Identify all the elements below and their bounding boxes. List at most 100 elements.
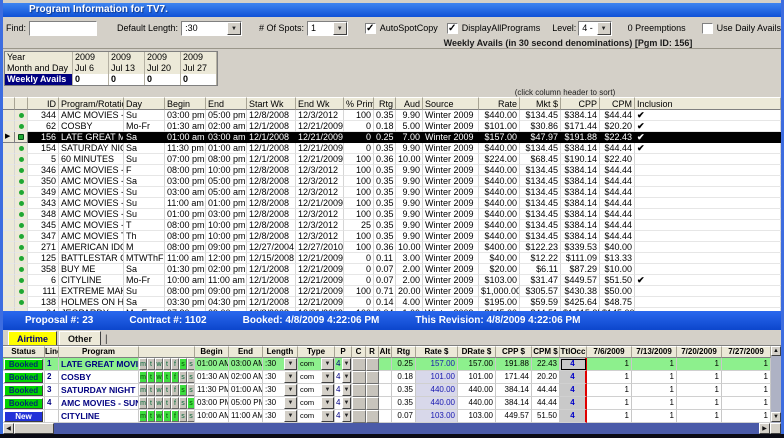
day-toggle-t[interactable]: t (163, 410, 171, 422)
day-toggle-s[interactable]: s (179, 358, 187, 370)
chevron-down-icon[interactable]: ▼ (321, 358, 334, 370)
scrollbar-thumb[interactable] (14, 423, 54, 434)
rate-cell[interactable]: 157.00 (416, 358, 458, 371)
week-spots-cell[interactable]: 1 (677, 410, 722, 423)
order-row[interactable]: Booked3SATURDAY NIGHT LIVEmtwtfss11:30 P… (3, 384, 771, 397)
column-header-begin[interactable]: Begin (195, 346, 229, 358)
table-row[interactable]: 271AMERICAN IDOLM08:00 pm09:00 pm12/27/2… (3, 242, 781, 253)
scroll-down-icon[interactable]: ▼ (771, 412, 781, 422)
r-flag-cell[interactable] (366, 397, 379, 410)
status-cell[interactable]: Booked (3, 397, 45, 410)
week-spots-cell[interactable]: 1 (677, 384, 722, 397)
day-toggle-t[interactable]: t (147, 371, 155, 383)
week-spots-cell[interactable]: 1 (677, 397, 722, 410)
day-toggle-t[interactable]: t (147, 358, 155, 370)
rate-cell[interactable]: 103.00 (416, 410, 458, 423)
column-header-program[interactable]: Program (59, 346, 139, 358)
end-cell[interactable]: 02:00 AM (229, 371, 263, 384)
day-toggle-t[interactable]: t (163, 371, 171, 383)
length-cell[interactable]: :30▼ (263, 358, 298, 371)
table-row[interactable]: 347AMC MOVIES THUTh08:00 pm10:00 pm12/8/… (3, 231, 781, 242)
order-row[interactable]: Booked1LATE GREAT MOVIEmtwtfss01:00 AM03… (3, 358, 771, 371)
week-spots-cell[interactable]: 1 (587, 358, 632, 371)
week-spots-cell[interactable]: 1 (722, 371, 771, 384)
column-header-7-6-2009[interactable]: 7/6/2009 (587, 346, 632, 358)
column-header-alt[interactable]: Alt (379, 346, 392, 358)
chevron-down-icon[interactable]: ▼ (284, 410, 297, 422)
rate-cell[interactable]: 440.00 (416, 384, 458, 397)
day-toggle-f[interactable]: f (171, 410, 179, 422)
day-toggle-w[interactable]: w (155, 358, 163, 370)
week-spots-cell[interactable]: 1 (722, 384, 771, 397)
type-cell[interactable]: com▼ (298, 384, 335, 397)
day-toggle-w[interactable]: w (155, 397, 163, 409)
day-toggle-s[interactable]: s (187, 371, 195, 383)
day-toggle-s[interactable]: s (179, 371, 187, 383)
chevron-down-icon[interactable]: ▼ (342, 384, 351, 396)
tab-other[interactable]: Other (59, 331, 101, 345)
status-cell[interactable]: Booked (3, 384, 45, 397)
column-header-start-wk[interactable]: Start Wk (247, 97, 296, 110)
column-header-drate-[interactable]: DRate $ (458, 346, 496, 358)
status-badge[interactable]: Booked (4, 372, 43, 383)
chevron-down-icon[interactable]: ▼ (321, 371, 334, 383)
c-flag-cell[interactable] (352, 371, 366, 384)
column-header-end-wk[interactable]: End Wk (296, 97, 344, 110)
week-spots-cell[interactable]: 1 (587, 384, 632, 397)
r-flag-cell[interactable] (366, 410, 379, 423)
column-header-cpp[interactable]: CPP (561, 97, 600, 110)
ttlocc-cell[interactable]: 4 (560, 397, 587, 410)
avail-cell[interactable]: 0 (145, 74, 181, 85)
column-header-p[interactable]: P (335, 346, 352, 358)
chevron-down-icon[interactable]: ▼ (321, 384, 334, 396)
day-toggle-w[interactable]: w (155, 410, 163, 422)
day-toggle-s[interactable]: s (187, 410, 195, 422)
length-cell[interactable]: :30▼ (263, 410, 298, 423)
week-spots-cell[interactable]: 1 (722, 358, 771, 371)
week-spots-cell[interactable]: 1 (677, 371, 722, 384)
avail-cell[interactable]: 0 (181, 74, 217, 85)
vertical-scrollbar[interactable]: ▲ ▼ (771, 346, 781, 423)
week-spots-cell[interactable]: 1 (632, 358, 677, 371)
week-spots-cell[interactable]: 1 (587, 397, 632, 410)
order-row[interactable]: NewCITYLINEmtwtfss10:00 AM11:00 AM:30▼co… (3, 410, 771, 423)
order-row[interactable]: Booked4AMC MOVIES - SUNDAYmtwtfss03:00 P… (3, 397, 771, 410)
spots-combo[interactable]: 1 ▼ (307, 21, 348, 36)
chevron-down-icon[interactable]: ▼ (342, 410, 351, 422)
c-flag-cell[interactable] (352, 358, 366, 371)
status-cell[interactable]: Booked (3, 358, 45, 371)
end-cell[interactable]: 03:00 AM (229, 358, 263, 371)
horizontal-scrollbar[interactable]: ◀ ▶ (3, 423, 781, 434)
alt-cell[interactable] (379, 410, 392, 423)
column-header--prime[interactable]: % Prime (344, 97, 374, 110)
day-toggle-f[interactable]: f (171, 371, 179, 383)
ttlocc-cell[interactable]: 4 (560, 358, 587, 371)
begin-cell[interactable]: 01:30 AM (195, 371, 229, 384)
chevron-down-icon[interactable]: ▼ (321, 397, 334, 409)
column-header-status[interactable]: Status (3, 346, 45, 358)
type-cell[interactable]: com▼ (298, 397, 335, 410)
r-flag-cell[interactable] (366, 384, 379, 397)
alt-cell[interactable] (379, 397, 392, 410)
column-header-mkt-[interactable]: Mkt $ (520, 97, 561, 110)
chevron-down-icon[interactable]: ▼ (342, 397, 351, 409)
end-cell[interactable]: 01:00 AM (229, 384, 263, 397)
type-cell[interactable]: com▼ (298, 358, 335, 371)
status-cell[interactable]: New (3, 410, 45, 423)
table-row[interactable]: 6CITYLINEMo-Fr10:00 am11:00 am12/1/20081… (3, 275, 781, 286)
table-row[interactable]: 560 MINUTESSu07:00 pm08:00 pm12/1/200812… (3, 154, 781, 165)
day-toggle-t[interactable]: t (163, 384, 171, 396)
length-cell[interactable]: :30▼ (263, 384, 298, 397)
r-flag-cell[interactable] (366, 358, 379, 371)
ttlocc-cell[interactable]: 4 (560, 371, 587, 384)
week-spots-cell[interactable]: 1 (632, 384, 677, 397)
column-header-program-rotation[interactable]: Program/Rotation (59, 97, 124, 110)
table-row[interactable]: 358BUY MESa01:30 pm02:00 pm12/1/200812/2… (3, 264, 781, 275)
alt-cell[interactable] (379, 371, 392, 384)
chevron-down-icon[interactable]: ▼ (333, 22, 347, 35)
rate-cell[interactable]: 101.00 (416, 371, 458, 384)
begin-cell[interactable]: 11:30 PM (195, 384, 229, 397)
rate-cell[interactable]: 440.00 (416, 397, 458, 410)
week-spots-cell[interactable]: 1 (677, 358, 722, 371)
day-toggle-m[interactable]: m (139, 410, 147, 422)
